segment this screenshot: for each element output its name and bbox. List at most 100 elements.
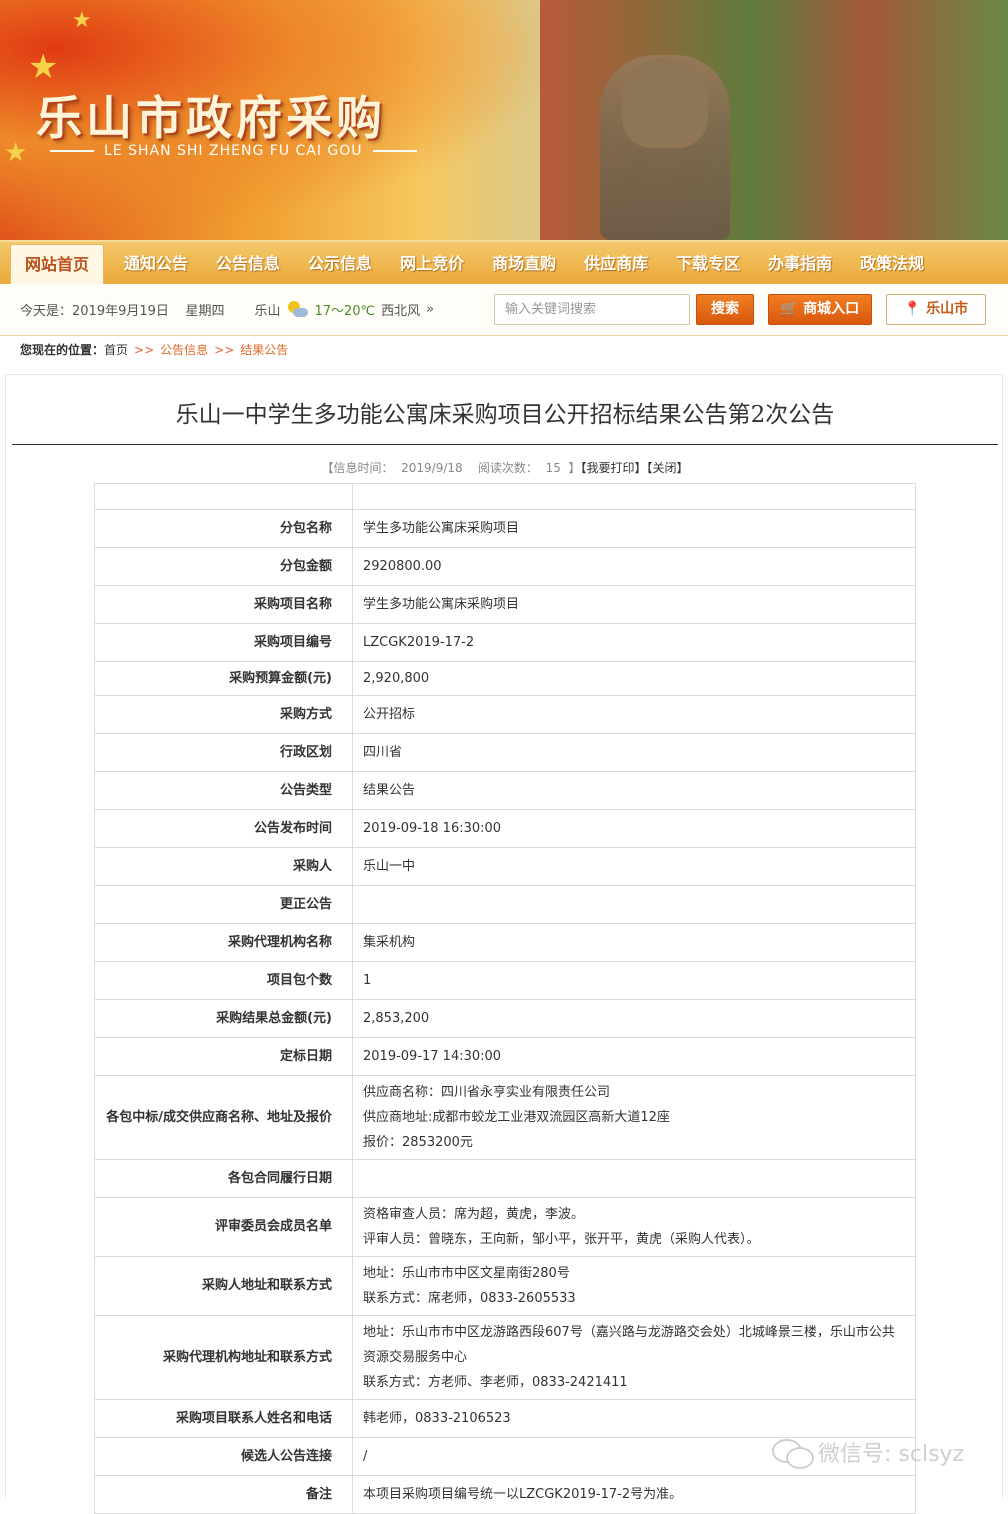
breadcrumb-results[interactable]: 结果公告 [240, 343, 288, 357]
field-label: 采购预算金额(元) [94, 661, 353, 696]
breadcrumb-label: 您现在的位置： [20, 343, 105, 357]
partly-cloudy-icon [286, 299, 309, 321]
field-label: 更正公告 [94, 885, 353, 924]
watermark-text: 微信号: sclsyz [818, 1442, 965, 1467]
result-table: 分包名称 学生多功能公寓床采购项目 分包金额 2920800.00 采购项目名称 学生多功… [94, 483, 916, 1514]
field-value: 2,853,200 [352, 999, 916, 1038]
breadcrumb-announcements[interactable]: 公告信息 [160, 343, 208, 357]
field-value: 公开招标 [352, 695, 916, 734]
field-value-line: 供应商地址:成都市蛟龙工业港双流园区高新大道12座 [363, 1110, 670, 1125]
main-nav: 网站首页 通知公告 公告信息 公示信息 网上竞价 商场直购 供应商库 下载专区 办事指南 政策法规 [0, 240, 1008, 284]
field-label: 项目包个数 [94, 961, 353, 1000]
nav-item[interactable]: 政策法规 [846, 244, 938, 284]
field-label: 采购代理机构名称 [94, 923, 353, 962]
weather-more-icon[interactable]: » [426, 302, 434, 317]
article-meta: 【信息时间： 2019/9/18 阅读次数： 15 】【我要打印】【关闭】 [321, 461, 689, 475]
field-label: 分包金额 [94, 547, 353, 586]
site-pinyin: LE SHAN SHI ZHENG FU CAI GOU [50, 143, 417, 159]
field-value [352, 1159, 916, 1198]
field-value: LZCGK2019-17-2 [352, 623, 916, 662]
nav-item[interactable]: 公告信息 [202, 244, 294, 284]
weather-temp: 17～20℃ [314, 304, 376, 319]
field-value-line: 评审人员：曾晓东，王向新，邹小平，张开平，黄虎（采购人代表）。 [363, 1232, 760, 1247]
field-label: 采购结果总金额(元) [94, 999, 353, 1038]
search-button[interactable]: 搜索 [696, 294, 754, 325]
breadcrumb-sep: >> [214, 343, 235, 357]
field-label: 备注 [94, 1475, 353, 1514]
field-value: 地址：乐山市市中区龙游路西段607号（嘉兴路与龙游路交会处）北城峰景三楼，乐山市… [352, 1315, 916, 1400]
nav-item[interactable]: 网上竞价 [386, 244, 478, 284]
search-input[interactable]: 输入关键词搜索 [494, 294, 690, 325]
nav-item[interactable]: 办事指南 [754, 244, 846, 284]
field-value-line: 资格审查人员：席为超，黄虎，李波。 [363, 1207, 585, 1222]
table-row: 更正公告 [94, 885, 916, 924]
field-value-line: 学生多功能公寓床采购项目 [363, 521, 520, 536]
table-row: 行政区划 四川省 [94, 733, 916, 772]
table-row: 采购人地址和联系方式 地址：乐山市市中区文星南街280号 联系方式：席老师，0833… [94, 1256, 916, 1316]
breadcrumb-sep: >> [134, 343, 155, 357]
nav-item[interactable]: 商场直购 [478, 244, 570, 284]
field-label: 采购项目联系人姓名和电话 [94, 1399, 353, 1438]
field-value: 2,920,800 [352, 661, 916, 696]
print-link[interactable]: 【我要打印】 [581, 461, 647, 475]
field-value-line: 2019-09-18 16:30:00 [363, 821, 502, 836]
breadcrumb: 您现在的位置：首页 >> 公告信息 >> 结果公告 [0, 336, 1008, 364]
city-select-button[interactable]: 📍 乐山市 [886, 294, 986, 325]
field-value-line: 地址：乐山市市中区龙游路西段607号（嘉兴路与龙游路交会处）北城峰景三楼，乐山市… [363, 1325, 895, 1365]
table-row: 采购预算金额(元) 2,920,800 [94, 661, 916, 696]
article-container: 乐山一中学生多功能公寓床采购项目公开招标结果公告第2次公告 【信息时间： 201… [5, 374, 1003, 1514]
nav-item[interactable]: 供应商库 [570, 244, 662, 284]
breadcrumb-home[interactable]: 首页 [104, 343, 128, 357]
field-value-line: 学生多功能公寓床采购项目 [363, 597, 520, 612]
field-label: 公告类型 [94, 771, 353, 810]
table-row: 定标日期 2019-09-17 14:30:00 [94, 1037, 916, 1076]
table-row: 采购项目名称 学生多功能公寓床采购项目 [94, 585, 916, 624]
table-row: 公告类型 结果公告 [94, 771, 916, 810]
field-value-line: 四川省 [363, 745, 403, 760]
mall-entry-button[interactable]: 🛒 商城入口 [768, 294, 872, 325]
field-value: 四川省 [352, 733, 916, 772]
field-label: 采购人地址和联系方式 [94, 1256, 353, 1316]
info-bar: 今天是：2019年9月19日 星期四 乐山 17～20℃ 西北风 » 输入关键词… [0, 284, 1008, 336]
field-value: 韩老师，0833-2106523 [352, 1399, 916, 1438]
field-value: 资格审查人员：席为超，黄虎，李波。评审人员：曾晓东，王向新，邹小平，张开平，黄虎… [352, 1197, 916, 1257]
close-link[interactable]: 【关闭】 [647, 461, 689, 475]
nav-item[interactable]: 网站首页 [10, 244, 105, 284]
field-value-line: 2,920,800 [363, 671, 430, 686]
table-row: 采购代理机构地址和联系方式 地址：乐山市市中区龙游路西段607号（嘉兴路与龙游路交… [94, 1315, 916, 1400]
banner-buddha-head [622, 58, 708, 148]
field-value-line: 集采机构 [363, 935, 416, 950]
field-label: 采购代理机构地址和联系方式 [94, 1315, 353, 1400]
table-row: 各包中标/成交供应商名称、地址及报价 供应商名称：四川省永亨实业有限责任公司 供应商… [94, 1075, 916, 1160]
field-value-line: 报价：2853200元 [363, 1135, 473, 1150]
field-value-line: 2019-09-17 14:30:00 [363, 1049, 502, 1064]
weather-city: 乐山 [254, 304, 281, 319]
table-row: 采购人 乐山一中 [94, 847, 916, 886]
table-row: 采购代理机构名称 集采机构 [94, 923, 916, 962]
field-value-line: LZCGK2019-17-2 [363, 635, 475, 650]
field-value-line: 联系方式：方老师、李老师，0833-2421411 [363, 1375, 628, 1390]
table-row: 采购结果总金额(元) 2,853,200 [94, 999, 916, 1038]
field-value-line: 供应商名称：四川省永亨实业有限责任公司 [363, 1085, 611, 1100]
field-value-line: 本项目采购项目编号统一以LZCGK2019-17-2号为准。 [363, 1487, 683, 1502]
field-value: 结果公告 [352, 771, 916, 810]
field-value: 2019-09-17 14:30:00 [352, 1037, 916, 1076]
field-value: 1 [352, 961, 916, 1000]
nav-item[interactable]: 公示信息 [294, 244, 386, 284]
nav-item[interactable]: 下载专区 [662, 244, 754, 284]
table-row: 评审委员会成员名单 资格审查人员：席为超，黄虎，李波。评审人员：曾晓东，王向新，邹… [94, 1197, 916, 1257]
site-title: 乐山市政府采购 [36, 91, 386, 145]
field-label: 候选人公告连接 [94, 1437, 353, 1476]
field-label: 评审委员会成员名单 [94, 1197, 353, 1257]
field-value: 本项目采购项目编号统一以LZCGK2019-17-2号为准。 [352, 1475, 916, 1514]
field-value: 学生多功能公寓床采购项目 [352, 585, 916, 624]
field-value: 乐山一中 [352, 847, 916, 886]
nav-item[interactable]: 通知公告 [110, 244, 202, 284]
field-value [352, 483, 916, 510]
table-row: 采购方式 公开招标 [94, 695, 916, 734]
wechat-icon [772, 1437, 814, 1469]
field-value: 2019-09-18 16:30:00 [352, 809, 916, 848]
header-banner: ★ ★ ★ 乐山市政府采购 LE SHAN SHI ZHENG FU CAI G… [0, 0, 1008, 240]
field-label: 各包合同履行日期 [94, 1159, 353, 1198]
weather-widget[interactable]: 乐山 17～20℃ 西北风 » [254, 299, 434, 321]
